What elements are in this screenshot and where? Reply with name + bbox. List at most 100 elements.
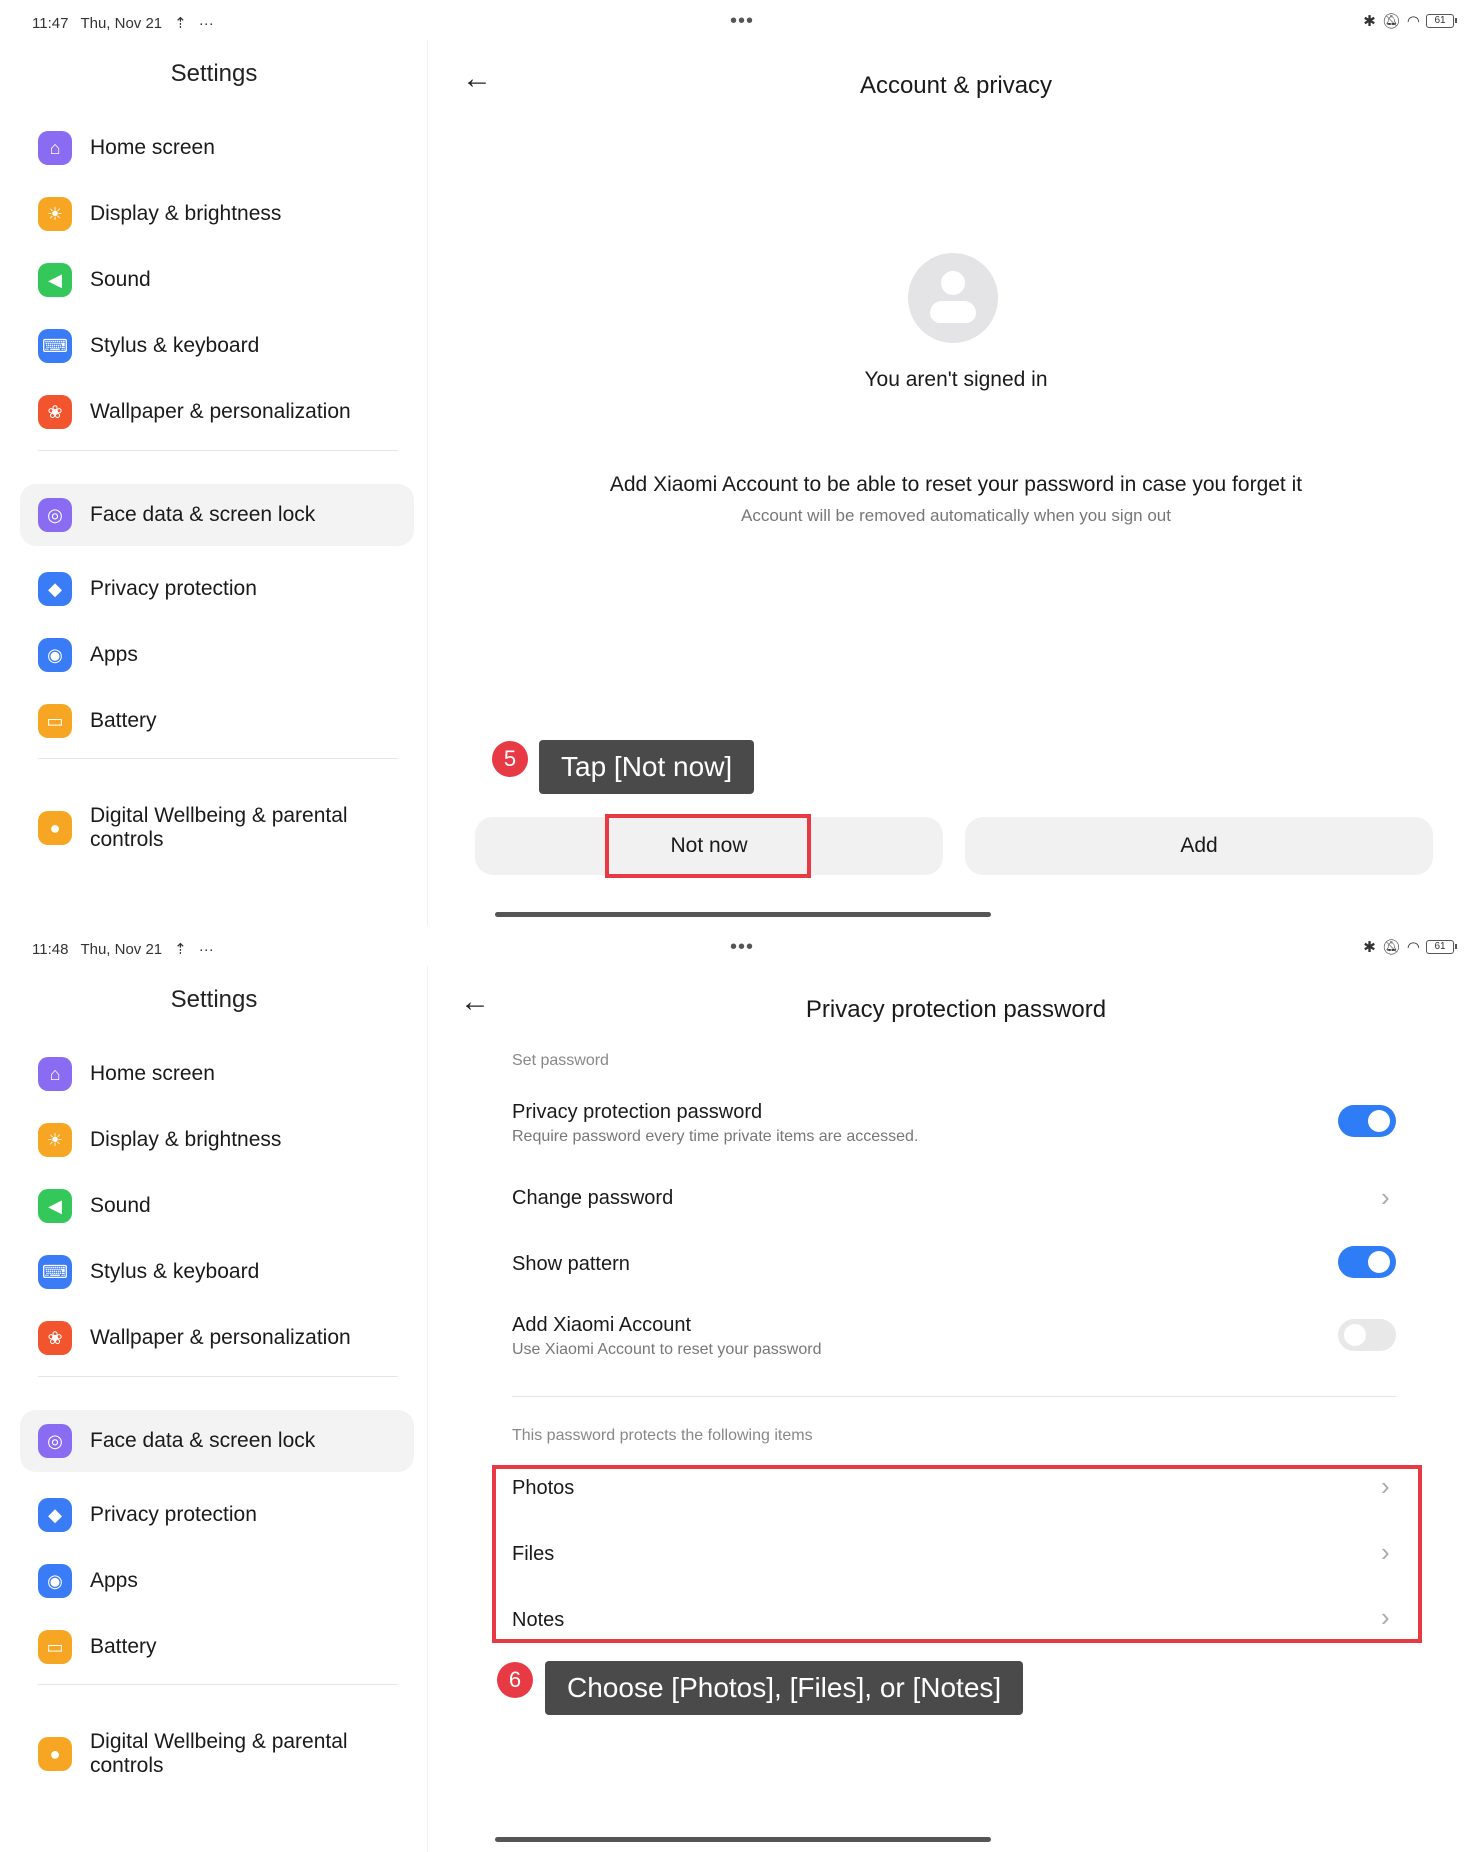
sidebar-item-wellbeing[interactable]: ● Digital Wellbeing & parental controls [20, 1719, 414, 1789]
sidebar-item-face[interactable]: ◎ Face data & screen lock [20, 484, 414, 546]
status-date: Thu, Nov 21 [80, 14, 163, 32]
sidebar-item-privacy[interactable]: ◆ Privacy protection [20, 558, 414, 620]
avatar-icon [908, 253, 998, 343]
battery-icon: ▭ [38, 704, 72, 738]
battery-icon: 61 [1426, 14, 1457, 28]
page-title: Account & privacy [859, 72, 1053, 99]
sidebar-item-sound[interactable]: ◀ Sound [20, 1175, 414, 1237]
sidebar-item-apps[interactable]: ◉ Apps [20, 624, 414, 686]
battery-icon: 61 [1426, 940, 1457, 954]
sidebar-item-battery[interactable]: ▭ Battery [20, 1616, 414, 1678]
status-date: Thu, Nov 21 [80, 940, 163, 958]
window-handle-icon[interactable]: ••• [730, 10, 754, 33]
sidebar-item-home[interactable]: ⌂ Home screen [20, 1043, 414, 1105]
sidebar-item-wallpaper[interactable]: ❀ Wallpaper & personalization [20, 381, 414, 443]
sidebar-item-label: Wallpaper & personalization [90, 400, 351, 423]
privacy-password-title: Privacy protection password [512, 1101, 763, 1123]
sidebar-item-label: Privacy protection [90, 1503, 257, 1526]
sidebar-item-label: Digital Wellbeing & parental controls [90, 804, 348, 851]
info-subtext: Account will be removed automatically wh… [741, 506, 1171, 525]
sidebar-divider [38, 1684, 398, 1685]
change-password-row[interactable]: Change password [512, 1187, 673, 1210]
sidebar-item-face[interactable]: ◎ Face data & screen lock [20, 1410, 414, 1472]
sidebar-item-label: Display & brightness [90, 1128, 282, 1151]
flower-icon: ❀ [38, 395, 72, 429]
instruction-callout: Tap [Not now] [539, 740, 755, 794]
face-lock-icon: ◎ [38, 498, 72, 532]
keyboard-icon: ⌨ [38, 1255, 72, 1289]
sidebar-title: Settings [170, 60, 258, 87]
status-time: 11:48 [32, 940, 69, 958]
sidebar-item-privacy[interactable]: ◆ Privacy protection [20, 1484, 414, 1546]
add-account-toggle[interactable] [1338, 1319, 1396, 1351]
person-icon: ● [38, 811, 72, 845]
divider [512, 1396, 1396, 1397]
sidebar-item-stylus[interactable]: ⌨ Stylus & keyboard [20, 315, 414, 377]
apps-icon: ◉ [38, 1564, 72, 1598]
status-bar-right: ✱ 🔕︎ ◠ 61 [1363, 12, 1457, 30]
privacy-password-toggle[interactable] [1338, 1105, 1396, 1137]
sidebar-item-label: Sound [90, 1194, 151, 1217]
sidebar-item-label: Stylus & keyboard [90, 334, 260, 357]
battery-icon: ▭ [38, 1630, 72, 1664]
status-bar-left: 11:48 Thu, Nov 21 ⇡ ··· [32, 940, 214, 959]
wifi-icon: ◠ [1406, 939, 1420, 956]
sidebar-title: Settings [170, 986, 258, 1013]
person-icon: ● [38, 1737, 72, 1771]
window-handle-icon[interactable]: ••• [730, 936, 754, 959]
sidebar-item-label: Apps [90, 1569, 138, 1592]
flower-icon: ❀ [38, 1321, 72, 1355]
sidebar-item-label: Display & brightness [90, 202, 282, 225]
bluetooth-icon: ✱ [1363, 13, 1376, 30]
sidebar-item-wallpaper[interactable]: ❀ Wallpaper & personalization [20, 1307, 414, 1369]
more-icon: ··· [198, 14, 214, 32]
home-indicator [495, 912, 991, 917]
chevron-right-icon: › [1381, 1182, 1390, 1212]
sidebar-item-stylus[interactable]: ⌨ Stylus & keyboard [20, 1241, 414, 1303]
privacy-password-subtitle: Require password every time private item… [512, 1128, 919, 1145]
sun-icon: ☀ [38, 1123, 72, 1157]
mute-icon: 🔕︎ [1381, 939, 1401, 956]
add-account-subtitle: Use Xiaomi Account to reset your passwor… [512, 1341, 822, 1358]
sidebar-item-label: Digital Wellbeing & parental controls [90, 1730, 348, 1777]
step-badge: 6 [497, 1662, 533, 1698]
sidebar-item-home[interactable]: ⌂ Home screen [20, 117, 414, 179]
home-icon: ⌂ [38, 1057, 72, 1091]
home-icon: ⌂ [38, 131, 72, 165]
sidebar-item-display[interactable]: ☀ Display & brightness [20, 183, 414, 245]
sidebar-item-sound[interactable]: ◀ Sound [20, 249, 414, 311]
status-bar-right: ✱ 🔕︎ ◠ 61 [1363, 938, 1457, 956]
status-time: 11:47 [32, 14, 69, 32]
home-indicator [495, 1837, 991, 1842]
sidebar-item-label: Battery [90, 1635, 157, 1658]
show-pattern-title: Show pattern [512, 1253, 630, 1275]
sidebar-item-label: Sound [90, 268, 151, 291]
highlight-box [605, 814, 811, 878]
status-bar-left: 11:47 Thu, Nov 21 ⇡ ··· [32, 14, 214, 33]
apps-icon: ◉ [38, 638, 72, 672]
highlight-box [492, 1465, 1422, 1643]
sidebar-item-display[interactable]: ☀ Display & brightness [20, 1109, 414, 1171]
step-badge: 5 [492, 741, 528, 777]
signed-out-text: You aren't signed in [864, 368, 1048, 391]
add-button[interactable]: Add [965, 817, 1433, 875]
sidebar-item-battery[interactable]: ▭ Battery [20, 690, 414, 752]
add-account-title: Add Xiaomi Account [512, 1314, 691, 1336]
sidebar-item-label: Face data & screen lock [90, 1429, 316, 1452]
sidebar-item-wellbeing[interactable]: ● Digital Wellbeing & parental controls [20, 793, 414, 863]
sidebar-item-label: Stylus & keyboard [90, 1260, 260, 1283]
shield-icon: ◆ [38, 1498, 72, 1532]
info-text: Add Xiaomi Account to be able to reset y… [609, 473, 1303, 496]
top-screenshot: 11:47 Thu, Nov 21 ⇡ ··· ••• ✱ 🔕︎ ◠ 61 Se… [0, 0, 1484, 926]
mute-icon: 🔕︎ [1381, 13, 1401, 30]
instruction-callout: Choose [Photos], [Files], or [Notes] [545, 1661, 1024, 1715]
section-header: This password protects the following ite… [512, 1427, 813, 1444]
face-lock-icon: ◎ [38, 1424, 72, 1458]
upload-icon: ⇡ [174, 941, 187, 958]
settings-sidebar: Settings ⌂ Home screen ☀ Display & brightne… [0, 966, 428, 1852]
section-header: Set password [512, 1052, 609, 1069]
speaker-icon: ◀ [38, 263, 72, 297]
sidebar-item-apps[interactable]: ◉ Apps [20, 1550, 414, 1612]
bluetooth-icon: ✱ [1363, 939, 1376, 956]
show-pattern-toggle[interactable] [1338, 1246, 1396, 1278]
